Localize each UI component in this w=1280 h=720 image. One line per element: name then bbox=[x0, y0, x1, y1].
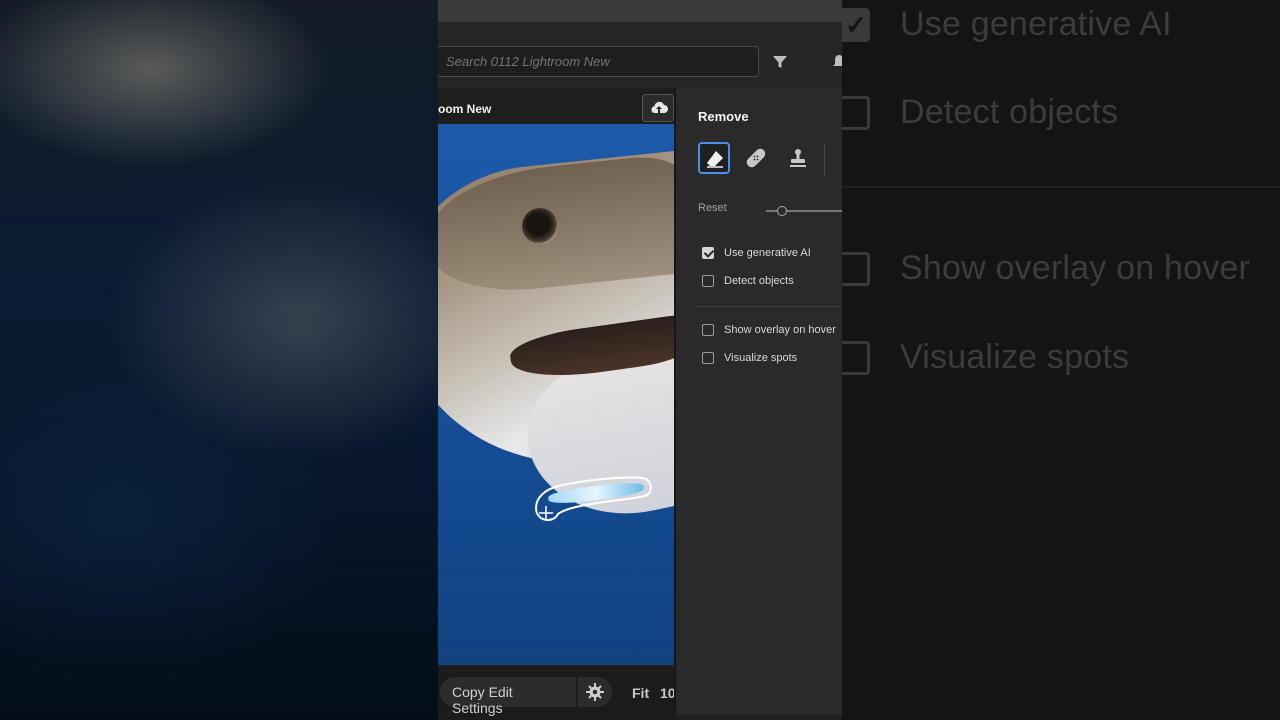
zoomed-option-label: Detect objects bbox=[900, 93, 1119, 131]
notification-icon[interactable] bbox=[833, 54, 842, 70]
reset-label[interactable]: Reset bbox=[698, 202, 727, 214]
cloud-upload-icon bbox=[651, 101, 668, 113]
settings-button[interactable] bbox=[578, 677, 612, 707]
zoomed-photo-background bbox=[0, 0, 438, 720]
checkbox-icon[interactable] bbox=[702, 324, 714, 336]
zoomed-panel-background: ✓ Use generative AI Detect objects Show … bbox=[842, 0, 1280, 720]
zoomed-checkbox-icon bbox=[842, 251, 870, 286]
zoomed-option-label: Use generative AI bbox=[900, 5, 1172, 43]
option-label: Use generative AI bbox=[724, 247, 811, 259]
brush-cursor-icon bbox=[539, 506, 553, 520]
option-label: Detect objects bbox=[724, 275, 794, 287]
bandage-icon bbox=[746, 148, 766, 168]
zoomed-checkbox-icon bbox=[842, 95, 870, 130]
gear-icon bbox=[586, 683, 604, 701]
checkbox-checked-icon[interactable] bbox=[702, 247, 714, 259]
album-title: oom New bbox=[438, 102, 492, 116]
brush-size-slider-thumb[interactable] bbox=[777, 206, 787, 216]
zoomed-divider bbox=[842, 186, 1280, 188]
eraser-tool-button[interactable] bbox=[698, 142, 730, 174]
top-toolbar bbox=[438, 22, 842, 88]
panel-divider bbox=[696, 306, 842, 307]
title-bar bbox=[438, 0, 842, 22]
copy-edit-settings-button[interactable]: Copy Edit Settings bbox=[440, 677, 576, 716]
video-frame: ✓ Use generative AI Detect objects Show … bbox=[0, 0, 1280, 720]
zoomed-checkbox-checked-icon: ✓ bbox=[842, 7, 870, 42]
filter-icon[interactable] bbox=[772, 54, 788, 70]
cloud-upload-button[interactable] bbox=[642, 94, 674, 122]
tool-divider bbox=[824, 144, 825, 176]
zoomed-option-label: Visualize spots bbox=[900, 338, 1130, 376]
bottom-bar: Copy Edit Settings Fit 10 bbox=[438, 667, 676, 720]
zoomed-option-detect-objects: Detect objects bbox=[842, 93, 1118, 132]
zoomed-option-visualize-spots: Visualize spots bbox=[842, 338, 1129, 377]
shark-eye bbox=[522, 208, 558, 244]
option-visualize-spots[interactable]: Visualize spots bbox=[702, 352, 797, 364]
panel-title: Remove bbox=[698, 109, 749, 124]
eraser-icon bbox=[707, 151, 723, 168]
clone-stamp-tool-button[interactable] bbox=[782, 142, 814, 174]
zoomed-option-overlay: Show overlay on hover bbox=[842, 249, 1250, 288]
zoomed-option-label: Show overlay on hover bbox=[900, 249, 1251, 287]
zoomed-option-generative-ai: ✓ Use generative AI bbox=[842, 5, 1172, 44]
photo-header: oom New bbox=[438, 90, 674, 124]
option-show-overlay-on-hover[interactable]: Show overlay on hover bbox=[702, 324, 836, 336]
lightroom-window: oom New Copy Edit Settings bbox=[438, 0, 842, 720]
photo-canvas[interactable] bbox=[438, 124, 674, 665]
search-input[interactable] bbox=[438, 46, 759, 77]
zoomed-checkbox-icon bbox=[842, 340, 870, 375]
heal-tool-button[interactable] bbox=[740, 142, 772, 174]
option-label: Show overlay on hover bbox=[724, 324, 836, 336]
option-use-generative-ai[interactable]: Use generative AI bbox=[702, 247, 811, 259]
checkbox-icon[interactable] bbox=[702, 275, 714, 287]
option-label: Visualize spots bbox=[724, 352, 798, 364]
checkbox-icon[interactable] bbox=[702, 352, 714, 364]
option-detect-objects[interactable]: Detect objects bbox=[702, 275, 794, 287]
stamp-icon bbox=[790, 149, 806, 167]
fit-zoom-button[interactable]: Fit bbox=[632, 685, 649, 701]
remove-panel: Remove Reset Use generative AI Detect ob… bbox=[674, 88, 842, 715]
